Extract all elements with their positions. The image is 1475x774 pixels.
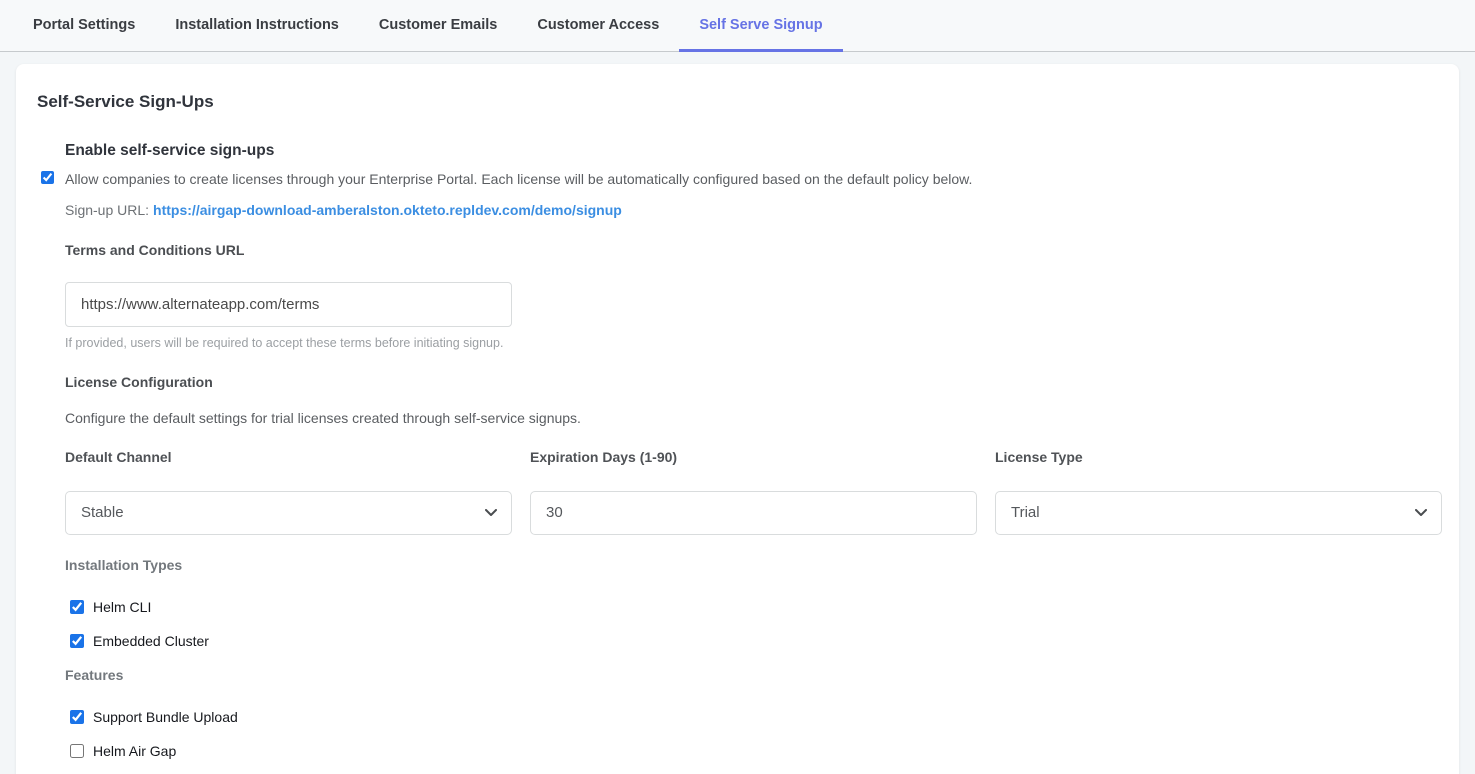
embedded-cluster-checkbox[interactable] bbox=[70, 634, 84, 648]
installation-types-label: Installation Types bbox=[65, 557, 1438, 573]
tab-customer-access[interactable]: Customer Access bbox=[517, 0, 679, 52]
license-configuration-label: License Configuration bbox=[65, 374, 1438, 390]
license-type-field: License Type Trial bbox=[995, 449, 1442, 535]
features-list: Support Bundle Upload Helm Air Gap bbox=[70, 709, 1438, 759]
installation-type-option: Helm CLI bbox=[70, 599, 1438, 615]
enable-signups-checkbox[interactable] bbox=[41, 171, 54, 184]
helm-air-gap-label: Helm Air Gap bbox=[93, 743, 176, 759]
expiration-days-field: Expiration Days (1-90) bbox=[530, 449, 977, 535]
tab-customer-emails[interactable]: Customer Emails bbox=[359, 0, 517, 52]
terms-url-input[interactable] bbox=[65, 282, 512, 327]
enable-signups-description: Allow companies to create licenses throu… bbox=[65, 170, 972, 189]
terms-url-label: Terms and Conditions URL bbox=[65, 242, 1438, 258]
installation-type-option: Embedded Cluster bbox=[70, 633, 1438, 649]
license-config-fields: Default Channel Stable Expiration Days (… bbox=[65, 449, 1438, 535]
settings-tab-bar: Portal Settings Installation Instruction… bbox=[0, 0, 1475, 52]
feature-option: Helm Air Gap bbox=[70, 743, 1438, 759]
expiration-days-input[interactable] bbox=[530, 491, 977, 535]
tab-self-serve-signup[interactable]: Self Serve Signup bbox=[679, 0, 842, 52]
terms-url-helper: If provided, users will be required to a… bbox=[65, 336, 1438, 350]
default-channel-select[interactable]: Stable bbox=[65, 491, 512, 535]
embedded-cluster-label: Embedded Cluster bbox=[93, 633, 209, 649]
enable-signups-heading: Enable self-service sign-ups bbox=[65, 142, 1438, 160]
signup-url-row: Sign-up URL:https://airgap-download-ambe… bbox=[65, 202, 1438, 218]
self-serve-signup-card: Self-Service Sign-Ups Enable self-servic… bbox=[16, 64, 1459, 774]
installation-types-list: Helm CLI Embedded Cluster bbox=[70, 599, 1438, 649]
features-label: Features bbox=[65, 667, 1438, 683]
license-type-select[interactable]: Trial bbox=[995, 491, 1442, 535]
default-channel-field: Default Channel Stable bbox=[65, 449, 512, 535]
signup-settings-section: Enable self-service sign-ups Allow compa… bbox=[65, 142, 1438, 759]
enable-signups-row: Allow companies to create licenses throu… bbox=[41, 170, 1438, 189]
feature-option: Support Bundle Upload bbox=[70, 709, 1438, 725]
default-channel-label: Default Channel bbox=[65, 449, 512, 465]
signup-url-label: Sign-up URL: bbox=[65, 202, 149, 218]
page-title: Self-Service Sign-Ups bbox=[37, 92, 1438, 112]
license-configuration-description: Configure the default settings for trial… bbox=[65, 410, 1438, 426]
tab-portal-settings[interactable]: Portal Settings bbox=[13, 0, 155, 52]
helm-air-gap-checkbox[interactable] bbox=[70, 744, 84, 758]
support-bundle-upload-label: Support Bundle Upload bbox=[93, 709, 238, 725]
signup-url-link[interactable]: https://airgap-download-amberalston.okte… bbox=[153, 202, 622, 218]
helm-cli-label: Helm CLI bbox=[93, 599, 151, 615]
tab-installation-instructions[interactable]: Installation Instructions bbox=[155, 0, 359, 52]
page-body: Self-Service Sign-Ups Enable self-servic… bbox=[0, 52, 1475, 774]
helm-cli-checkbox[interactable] bbox=[70, 600, 84, 614]
support-bundle-upload-checkbox[interactable] bbox=[70, 710, 84, 724]
expiration-days-label: Expiration Days (1-90) bbox=[530, 449, 977, 465]
license-type-label: License Type bbox=[995, 449, 1442, 465]
